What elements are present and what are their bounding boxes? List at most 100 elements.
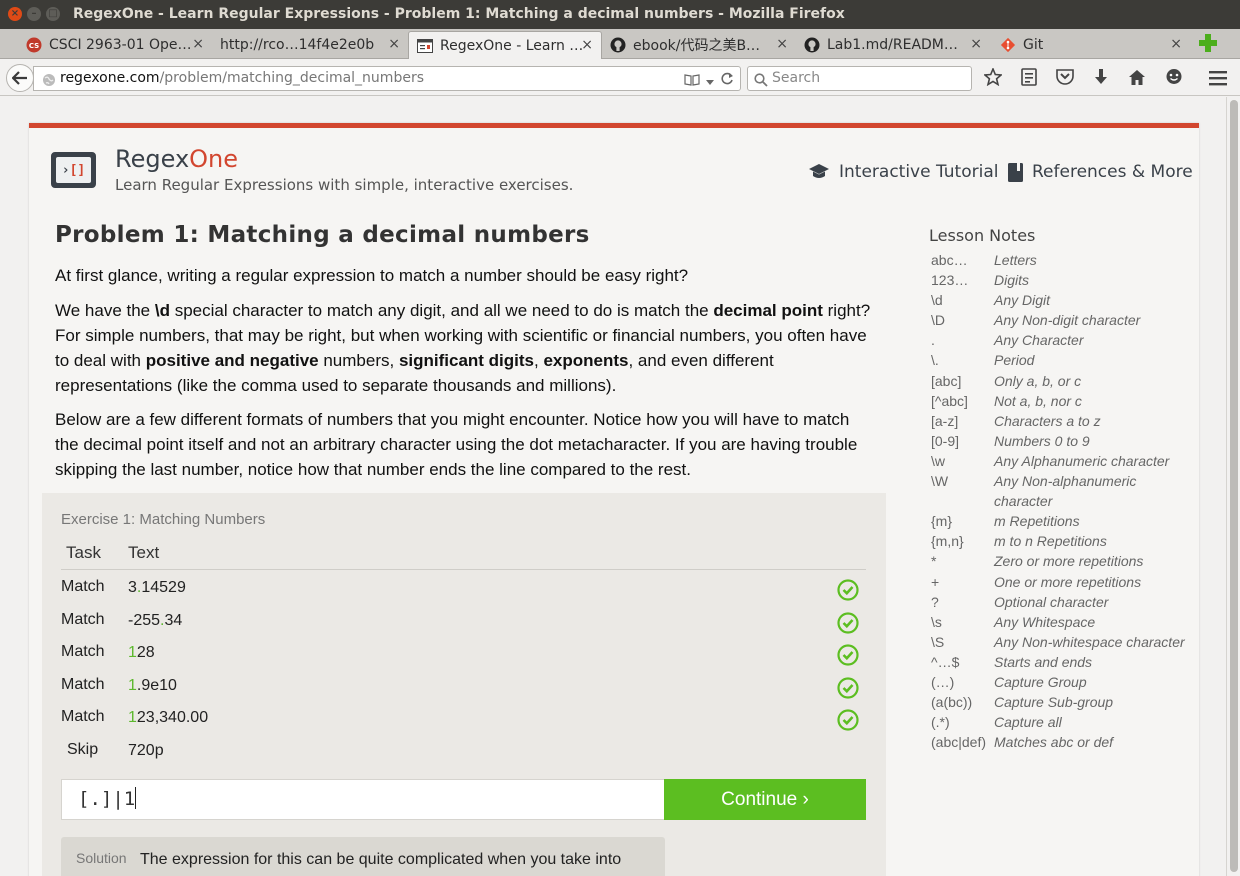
tab-lab1[interactable]: Lab1.md/READM… × [796,31,990,59]
pocket-icon[interactable] [1056,69,1074,89]
reader-view-icon[interactable] [684,71,700,94]
site-brand[interactable]: RegexOne [115,145,238,173]
column-header-task: Task [66,543,101,562]
check-circle-icon [837,709,859,736]
tab-rco[interactable]: http://rco…14f4e2e0b × [212,31,408,59]
text-cell: -255.34 [128,612,182,630]
lesson-note-syntax: ^…$ [931,653,960,670]
lesson-note-syntax: \D [931,312,945,329]
page-scrollbar[interactable] [1226,97,1240,876]
lesson-note-meaning: Matches abc or def [994,734,1114,751]
regexone-logo-icon[interactable]: ›[] [51,152,96,188]
lesson-note-meaning: Any Character [994,332,1084,349]
text-highlight: 1 [128,677,137,694]
url-bar[interactable]: regexone.com/problem/matching_decimal_nu… [33,66,741,91]
tab-label: CSCI 2963-01 Ope… [49,37,192,53]
toolbar-icons [983,66,1183,90]
url-tools [684,71,734,94]
cs-favicon-icon: CS [26,37,42,53]
tab-close-icon[interactable]: × [192,36,204,52]
lesson-note-syntax: (.*) [931,714,950,731]
exercise-table-header: Task Text [61,543,866,570]
interactive-tutorial-link[interactable]: Interactive Tutorial [808,162,998,182]
lesson-note-syntax: 123… [931,272,969,289]
lesson-note-syntax: (abc|def) [931,734,986,751]
exercise-panel: Exercise 1: Matching Numbers Task Text M… [42,493,886,876]
tab-label: ebook/代码之美B… [633,38,761,54]
lesson-note-item: (abc|def) Matches abc or def [931,732,1201,752]
tab-csci[interactable]: CS CSCI 2963-01 Ope… × [18,31,212,59]
text-plain: .9e10 [136,677,177,694]
search-bar[interactable]: Search [747,66,972,91]
search-icon [754,72,768,95]
check-circle-icon [837,579,859,606]
window-titlebar: × – □ RegexOne - Learn Regular Expressio… [0,0,1240,29]
lesson-note-syntax: (…) [931,673,955,690]
tab-close-icon[interactable]: × [581,37,593,53]
lesson-note-syntax: \d [931,292,943,309]
lesson-note-item: \D Any Non-digit character [931,310,1201,330]
tab-close-icon[interactable]: × [1170,36,1182,52]
dropdown-arrow-icon[interactable] [706,71,714,94]
table-row: Match 128 [61,640,866,670]
tab-close-icon[interactable]: × [388,36,400,52]
chat-bubble-icon[interactable] [1165,68,1183,90]
solution-label: Solution [76,850,127,866]
lesson-note-item: [abc] Only a, b, or c [931,371,1201,391]
text-plain: 28 [136,644,155,661]
scrollbar-thumb[interactable] [1230,100,1238,872]
lesson-notes-title: Lesson Notes [929,226,1036,245]
lesson-note-item: [a-z] Characters a to z [931,411,1201,431]
lesson-note-syntax: + [931,573,940,590]
table-row: Match -255.34 [61,608,866,638]
table-row: Match 123,340.00 [61,705,866,735]
window-minimize-button[interactable]: – [27,7,41,21]
lesson-note-meaning: Zero or more repetitions [994,553,1144,570]
github-icon [610,37,626,53]
bold-span: exponents [543,351,629,370]
window-close-button[interactable]: × [8,7,22,21]
tab-regexone[interactable]: RegexOne - Learn … × [408,31,602,59]
regex-input[interactable]: [.]|1 [61,779,665,820]
lesson-note-meaning: Not a, b, nor c [994,392,1082,409]
lesson-note-item: * Zero or more repetitions [931,551,1201,571]
tab-git[interactable]: Git × [992,31,1190,59]
text-cell: 128 [128,644,155,662]
text-plain: 34 [164,612,183,629]
download-arrow-icon[interactable] [1093,68,1109,90]
continue-button[interactable]: Continue › [664,779,866,820]
exercise-title: Exercise 1: Matching Numbers [61,511,266,528]
tab-close-icon[interactable]: × [970,36,982,52]
lesson-note-item: \s Any Whitespace [931,612,1201,632]
tab-ebook[interactable]: ebook/代码之美B… × [602,31,796,59]
new-tab-plus-icon[interactable] [1198,33,1218,53]
home-icon[interactable] [1128,69,1146,90]
brand-regex: Regex [115,145,190,173]
tab-close-icon[interactable]: × [776,36,788,52]
bookmarks-list-icon[interactable] [1021,68,1037,90]
url-host: regexone.com [60,70,160,86]
hamburger-menu-icon[interactable] [1208,69,1228,91]
references-link[interactable]: References & More [1008,162,1193,182]
lesson-note-syntax: [abc] [931,372,962,389]
check-circle-icon [837,612,859,639]
page-viewport: ›[] RegexOne Learn Regular Expressions w… [0,97,1226,876]
bold-span: significant digits [398,351,534,370]
lesson-note-item: {m} m Repetitions [931,511,1201,531]
globe-icon [42,72,56,95]
text-cell: 3.14529 [128,579,186,597]
window-maximize-button[interactable]: □ [46,7,60,21]
text-plain: 720p [128,742,164,759]
bookmark-star-icon[interactable] [983,66,1003,90]
navigation-toolbar: regexone.com/problem/matching_decimal_nu… [0,60,1240,96]
reload-icon[interactable] [720,71,734,94]
lesson-note-syntax: (a(bc)) [931,694,973,711]
lesson-note-item: . Any Character [931,330,1201,350]
task-cell: Match [61,676,105,693]
lesson-note-syntax: {m} [931,513,953,530]
back-arrow-icon[interactable] [6,64,34,92]
lesson-note-meaning: Any Alphanumeric character [994,452,1170,469]
lesson-note-syntax: [a-z] [931,412,959,429]
solution-text: The expression for this can be quite com… [140,851,622,868]
text-span: We have the [55,301,155,320]
